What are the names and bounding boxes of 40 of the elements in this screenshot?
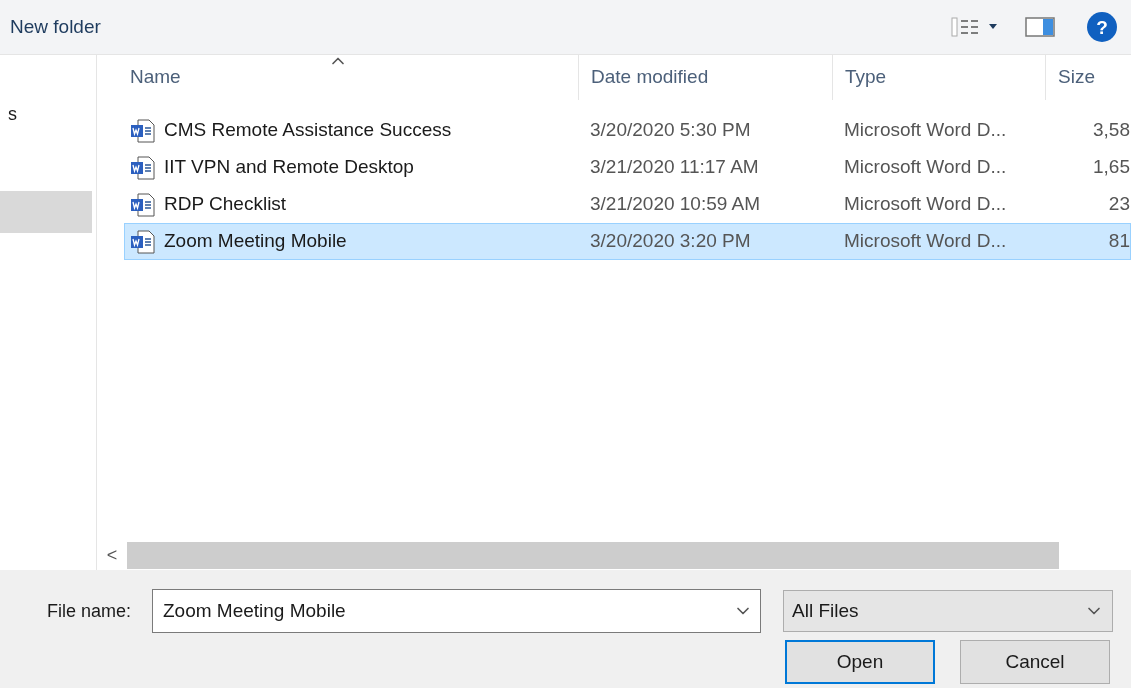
word-document-icon [130,155,156,180]
file-name-field[interactable]: Zoom Meeting Mobile [152,589,761,633]
file-type: Microsoft Word D... [843,118,1008,143]
file-name: RDP Checklist [164,192,287,217]
scroll-left-button[interactable]: < [97,542,127,569]
file-type: Microsoft Word D... [843,192,1008,217]
view-options-icon[interactable] [951,16,997,38]
date-modified: 3/20/2020 5:30 PM [589,118,752,143]
date-modified: 3/21/2020 10:59 AM [589,192,762,217]
horizontal-scrollbar[interactable]: < [97,542,1131,569]
file-row[interactable]: Zoom Meeting Mobile 3/20/2020 3:20 PM Microsoft Word D... 81 [124,223,1131,260]
column-header[interactable]: Date modified [578,55,832,100]
help-button[interactable]: ? [1087,12,1117,42]
navigation-item[interactable]: s [0,93,92,135]
file-row[interactable]: CMS Remote Assistance Success 3/20/2020 5:30 PM Microsoft Word D... 3,58 [124,112,1131,149]
word-document-icon [130,118,156,143]
file-type-filter[interactable]: All Files [783,590,1113,632]
file-row[interactable]: IIT VPN and Remote Desktop 3/21/2020 11:17 AM Microsoft Word D... 1,65 [124,149,1131,186]
file-name: IIT VPN and Remote Desktop [164,155,414,180]
date-modified: 3/20/2020 3:20 PM [589,229,752,254]
date-modified: 3/21/2020 11:17 AM [589,155,760,180]
word-document-icon [130,229,156,254]
file-size: 3,58 [1092,118,1130,143]
file-size: 81 [1107,229,1130,254]
dialog-button[interactable]: Open [785,640,935,684]
new-folder-button[interactable]: New folder [10,12,101,42]
column-header[interactable]: Type [832,55,1045,100]
file-size: 1,65 [1092,155,1130,180]
column-header[interactable]: Name [97,55,578,100]
file-name-label: File name: [47,599,133,623]
preview-pane-icon[interactable] [1025,17,1055,37]
dialog-button[interactable]: Cancel [960,640,1110,684]
file-row[interactable]: RDP Checklist 3/21/2020 10:59 AM Microsoft Word D... 23 [124,186,1131,223]
word-document-icon [130,192,156,217]
file-type: Microsoft Word D... [843,229,1008,254]
file-type: Microsoft Word D... [843,155,1008,180]
column-header[interactable]: Size [1045,55,1131,100]
file-size: 23 [1107,192,1130,217]
file-name: Zoom Meeting Mobile [164,229,347,254]
file-name: CMS Remote Assistance Success [164,118,452,143]
